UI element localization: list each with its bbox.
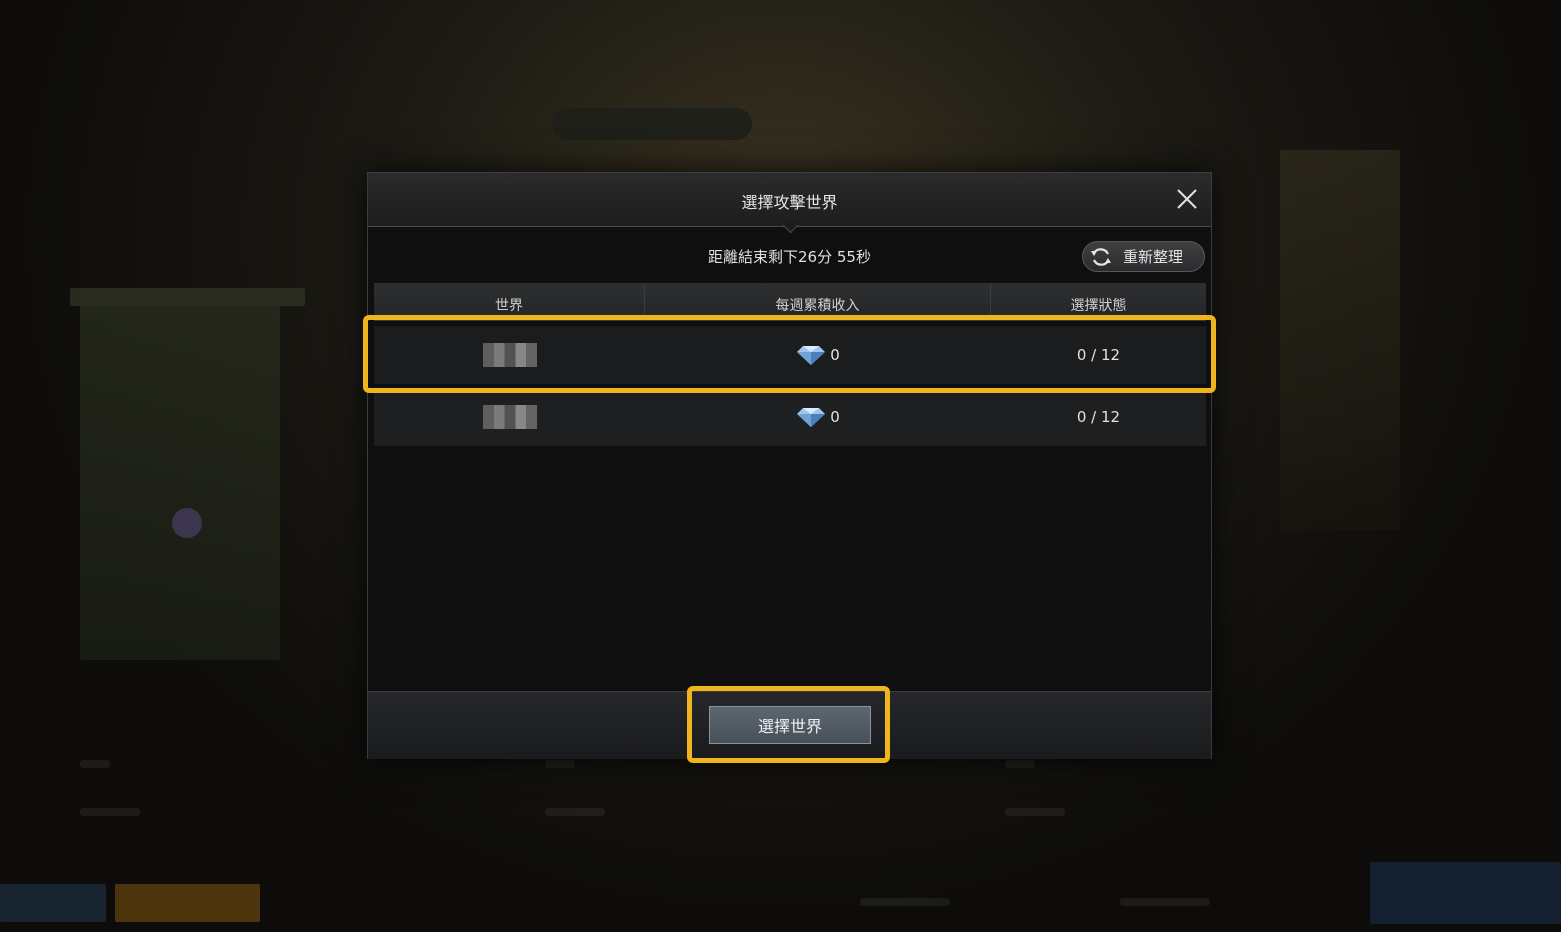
select-world-button[interactable]: 選擇世界	[709, 706, 871, 744]
status-cell: 0 / 12	[1076, 408, 1121, 426]
background-text	[80, 760, 110, 768]
background-button-gold	[115, 884, 260, 922]
close-icon	[1177, 189, 1197, 209]
column-header-status: 選擇狀態	[1070, 297, 1127, 314]
background-emblem	[172, 508, 202, 538]
dialog-footer: 選擇世界	[368, 691, 1211, 759]
income-value: 0	[830, 408, 840, 426]
income-cell: 0	[645, 405, 991, 429]
background-text	[545, 760, 575, 768]
background-tower	[80, 290, 280, 660]
background-spire	[1280, 150, 1400, 530]
select-attack-world-dialog: 選擇攻擊世界 距離結束剩下26分 55秒 重新整理 世界 每週累積收入 選擇狀態	[367, 172, 1212, 759]
diamond-icon	[797, 408, 826, 427]
refresh-icon	[1091, 247, 1111, 266]
background-text	[860, 898, 950, 906]
background-text	[545, 808, 605, 816]
status-cell: 0 / 12	[1076, 346, 1121, 364]
income-cell: 0	[645, 343, 991, 367]
refresh-label: 重新整理	[1123, 248, 1184, 266]
world-name-redacted	[482, 343, 537, 367]
background-button-right	[1370, 862, 1561, 924]
column-header-world: 世界	[374, 283, 645, 320]
background-text	[80, 808, 140, 816]
close-button[interactable]	[1173, 185, 1201, 213]
table-header: 世界 每週累積收入 選擇狀態	[374, 283, 1206, 321]
world-name-redacted	[482, 405, 537, 429]
dialog-header: 選擇攻擊世界	[368, 173, 1211, 227]
background-text	[1005, 760, 1035, 768]
world-name-cell	[374, 405, 645, 429]
background-text	[1005, 808, 1065, 816]
background-button-left	[0, 884, 106, 922]
background-text	[1120, 898, 1210, 906]
column-header-income: 每週累積收入	[645, 283, 991, 320]
table-row[interactable]: 0 0 / 12	[374, 388, 1206, 446]
world-table: 世界 每週累積收入 選擇狀態 0 0 / 12 0 0 / 12	[374, 283, 1206, 446]
dialog-title: 選擇攻擊世界	[741, 193, 838, 212]
refresh-button[interactable]: 重新整理	[1082, 241, 1205, 272]
table-row[interactable]: 0 0 / 12	[374, 326, 1206, 384]
diamond-icon	[797, 346, 826, 365]
income-value: 0	[830, 346, 840, 364]
background-top-pill	[552, 108, 752, 140]
world-name-cell	[374, 343, 645, 367]
